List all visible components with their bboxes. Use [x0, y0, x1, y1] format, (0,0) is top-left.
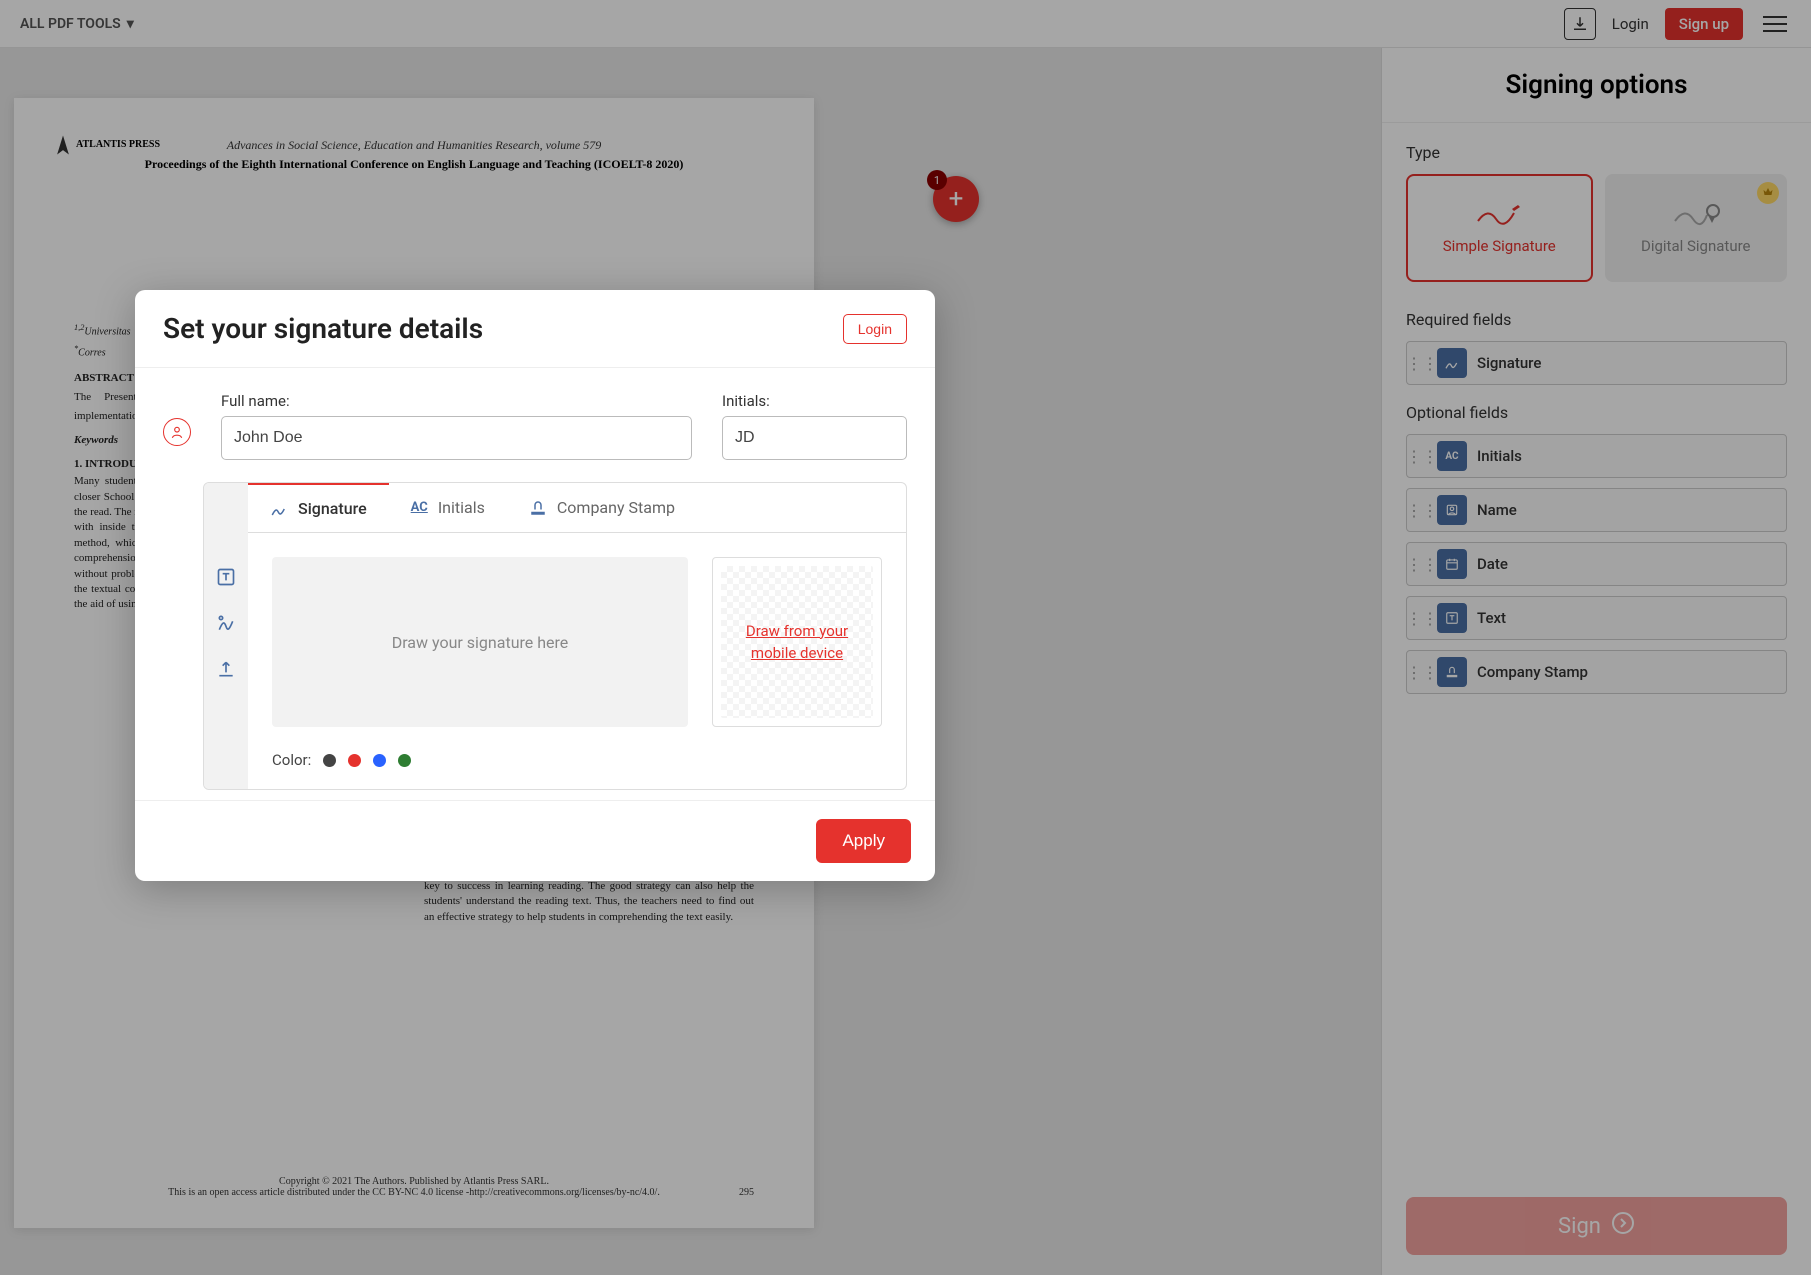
qr-mobile-box[interactable]: Draw from your mobile device	[712, 557, 882, 727]
upload-mode-icon[interactable]	[212, 655, 240, 683]
tab-initials[interactable]: AC Initials	[389, 483, 507, 532]
color-label: Color:	[272, 751, 311, 769]
apply-button[interactable]: Apply	[816, 819, 911, 863]
modal-login-button[interactable]: Login	[843, 314, 907, 344]
fullname-label: Full name:	[221, 392, 692, 410]
initials-label: Initials:	[722, 392, 907, 410]
initials-icon: AC	[411, 500, 428, 515]
signer-avatar-icon	[163, 418, 191, 446]
tab-company-stamp[interactable]: Company Stamp	[507, 483, 697, 532]
tab-stamp-label: Company Stamp	[557, 498, 675, 517]
color-blue[interactable]	[373, 754, 386, 767]
color-green[interactable]	[398, 754, 411, 767]
modal-overlay[interactable]: Set your signature details Login Full na…	[0, 0, 1811, 1275]
text-mode-icon[interactable]	[212, 563, 240, 591]
initials-input[interactable]	[722, 416, 907, 460]
fullname-input[interactable]	[221, 416, 692, 460]
qr-link-text: Draw from your mobile device	[713, 620, 881, 665]
signature-details-modal: Set your signature details Login Full na…	[135, 290, 935, 881]
signature-draw-area[interactable]: Draw your signature here	[272, 557, 688, 727]
color-black[interactable]	[323, 754, 336, 767]
modal-title: Set your signature details	[163, 312, 483, 345]
stamp-icon	[529, 499, 547, 517]
color-red[interactable]	[348, 754, 361, 767]
tab-initials-label: Initials	[438, 498, 485, 517]
tab-signature-label: Signature	[298, 499, 367, 518]
tab-signature[interactable]: Signature	[248, 482, 389, 532]
pen-icon	[270, 500, 288, 518]
draw-mode-icon[interactable]	[212, 609, 240, 637]
draw-placeholder-text: Draw your signature here	[392, 633, 569, 652]
